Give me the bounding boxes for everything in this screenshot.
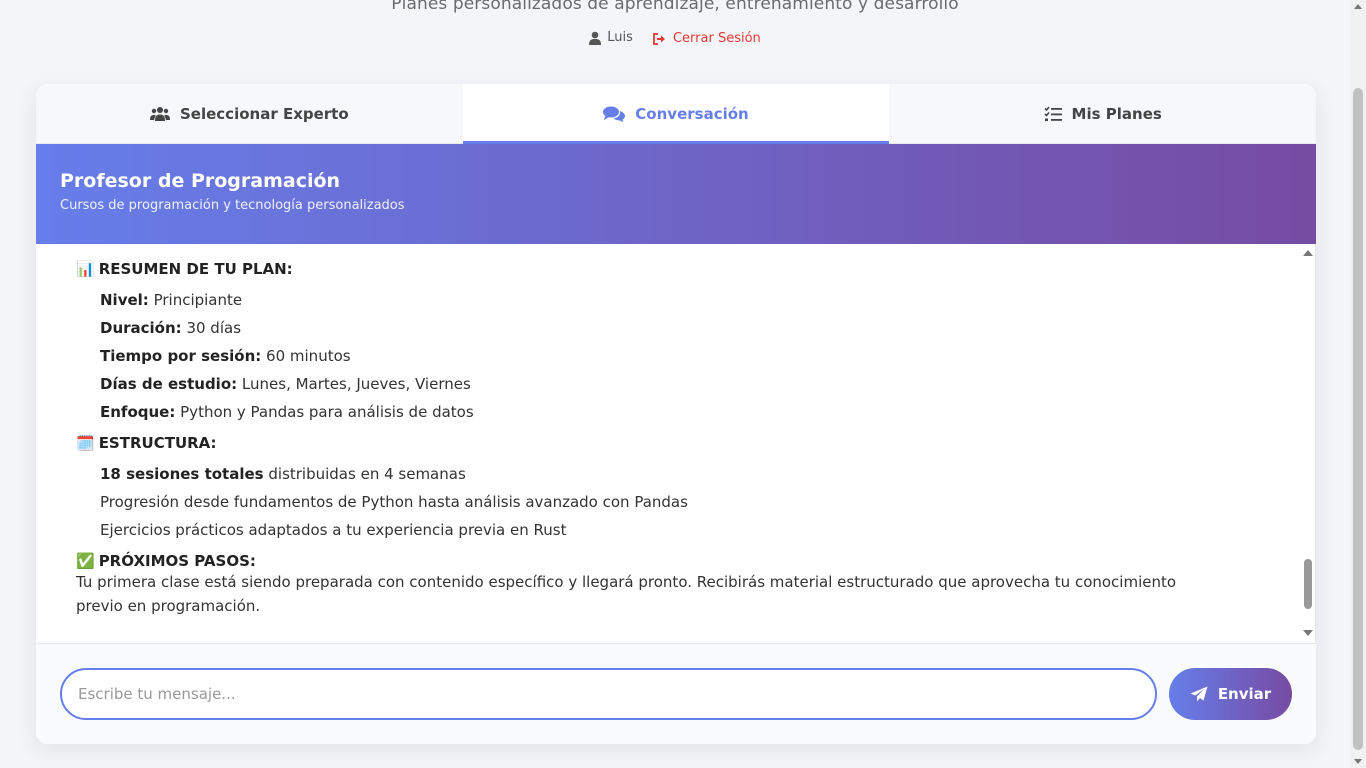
- page-scroll-up-icon[interactable]: [1354, 4, 1362, 9]
- tab-label: Seleccionar Experto: [180, 104, 349, 123]
- tab-select-expert[interactable]: Seleccionar Experto: [36, 84, 463, 143]
- item-value: Lunes, Martes, Jueves, Viernes: [241, 375, 471, 393]
- next-steps-text: Tu primera clase está siendo preparada c…: [76, 573, 1177, 615]
- page-scroll-down-icon[interactable]: [1354, 759, 1362, 764]
- item-text: Ejercicios prácticos adaptados a tu expe…: [100, 521, 567, 539]
- next-steps-heading: ✅ PRÓXIMOS PASOS:: [76, 552, 1275, 570]
- item-text: Progresión desde fundamentos de Python h…: [100, 493, 688, 511]
- user-info: Luis: [589, 30, 633, 45]
- logout-button[interactable]: Cerrar Sesión: [653, 31, 761, 46]
- main-card: Seleccionar Experto Conversación Mis Pla…: [36, 84, 1316, 744]
- message-scrollbar[interactable]: [1301, 244, 1315, 642]
- summary-heading: 📊 RESUMEN DE TU PLAN:: [76, 260, 1275, 278]
- structure-list: 18 sesiones totales distribuidas en 4 se…: [76, 460, 1275, 544]
- summary-list: Nivel: Principiante Duración: 30 días Ti…: [76, 286, 1275, 426]
- send-button[interactable]: Enviar: [1169, 668, 1292, 720]
- item-value: Python y Pandas para análisis de datos: [180, 403, 474, 421]
- item-label: Duración:: [100, 319, 182, 337]
- page-scrollbar[interactable]: [1350, 0, 1366, 768]
- paper-plane-icon: [1190, 686, 1208, 702]
- scroll-thumb[interactable]: [1304, 559, 1312, 609]
- list-item: Nivel: Principiante: [100, 286, 1275, 314]
- list-item: Duración: 30 días: [100, 314, 1275, 342]
- list-item: Ejercicios prácticos adaptados a tu expe…: [100, 516, 1275, 544]
- user-name: Luis: [607, 30, 633, 45]
- item-value: 60 minutos: [266, 347, 351, 365]
- sign-out-icon: [653, 32, 667, 45]
- checklist-icon: [1043, 105, 1062, 122]
- check-emoji-icon: ✅: [76, 552, 95, 570]
- message-input[interactable]: [60, 668, 1157, 720]
- item-value: Principiante: [153, 291, 243, 309]
- list-item: Días de estudio: Lunes, Martes, Jueves, …: [100, 370, 1275, 398]
- chat-header: Profesor de Programación Cursos de progr…: [36, 144, 1316, 244]
- list-item: 18 sesiones totales distribuidas en 4 se…: [100, 460, 1275, 488]
- item-label: Tiempo por sesión:: [100, 347, 262, 365]
- structure-heading-text: ESTRUCTURA:: [98, 434, 217, 452]
- assistant-message: 📊 RESUMEN DE TU PLAN: Nivel: Principiant…: [76, 260, 1275, 618]
- item-label: Nivel:: [100, 291, 149, 309]
- expert-description: Cursos de programación y tecnología pers…: [60, 198, 405, 213]
- users-icon: [150, 106, 170, 122]
- scroll-down-arrow-icon[interactable]: [1303, 630, 1313, 636]
- tab-conversation[interactable]: Conversación: [462, 84, 890, 144]
- send-label: Enviar: [1217, 685, 1272, 703]
- page-subtitle: Planes personalizados de aprendizaje, en…: [391, 0, 959, 14]
- item-label: Días de estudio:: [100, 375, 238, 393]
- logout-label: Cerrar Sesión: [672, 31, 761, 46]
- chart-emoji-icon: 📊: [76, 260, 95, 278]
- tab-my-plans[interactable]: Mis Planes: [889, 84, 1316, 143]
- scroll-up-arrow-icon[interactable]: [1303, 250, 1313, 256]
- expert-title: Profesor de Programación: [60, 170, 341, 192]
- page-scroll-thumb[interactable]: [1353, 88, 1363, 750]
- comments-icon: [603, 106, 626, 122]
- list-item: Progresión desde fundamentos de Python h…: [100, 488, 1275, 516]
- tab-bar: Seleccionar Experto Conversación Mis Pla…: [36, 84, 1316, 144]
- item-label: Enfoque:: [100, 403, 176, 421]
- item-value: 30 días: [186, 319, 242, 337]
- summary-heading-text: RESUMEN DE TU PLAN:: [98, 260, 293, 278]
- message-area[interactable]: 📊 RESUMEN DE TU PLAN: Nivel: Principiant…: [36, 244, 1316, 642]
- item-bold: 18 sesiones totales: [100, 465, 264, 483]
- list-item: Enfoque: Python y Pandas para análisis d…: [100, 398, 1275, 426]
- tab-label: Mis Planes: [1071, 104, 1162, 123]
- item-text: distribuidas en 4 semanas: [268, 465, 466, 483]
- user-icon: [589, 31, 602, 45]
- next-steps-heading-text: PRÓXIMOS PASOS:: [98, 552, 256, 570]
- tab-label: Conversación: [635, 104, 749, 123]
- structure-heading: 🗓️ ESTRUCTURA:: [76, 434, 1275, 452]
- calendar-emoji-icon: 🗓️: [76, 434, 95, 452]
- list-item: Tiempo por sesión: 60 minutos: [100, 342, 1275, 370]
- user-bar: Luis Cerrar Sesión: [0, 30, 1350, 49]
- message-composer: Enviar: [36, 643, 1316, 744]
